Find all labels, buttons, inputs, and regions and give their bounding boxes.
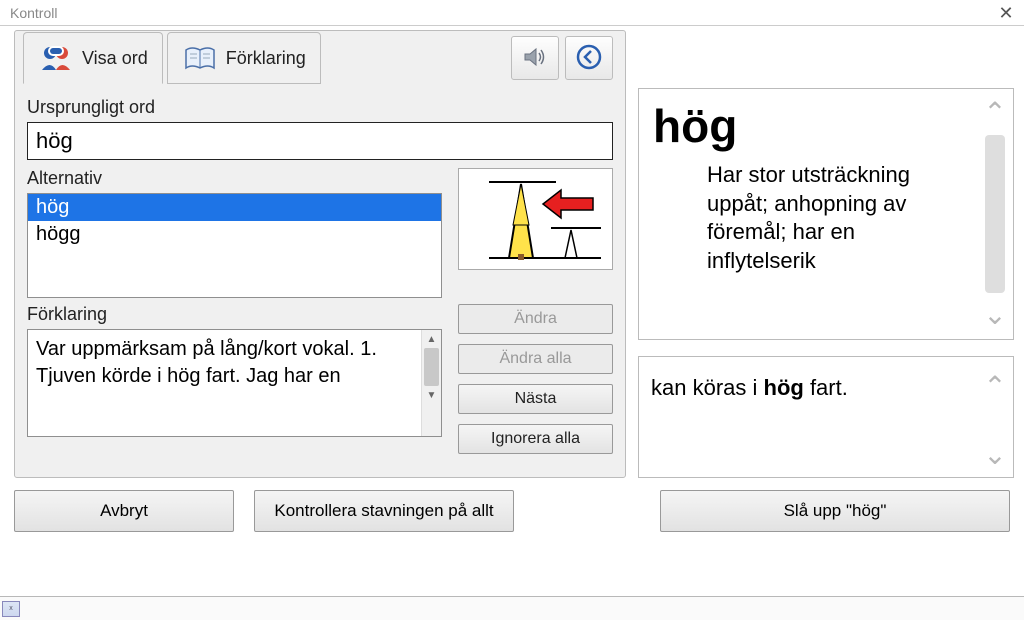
scrollbar[interactable]: ▲ ▼ — [421, 330, 441, 436]
chevron-up-icon[interactable]: ⌃ — [977, 373, 1013, 401]
lookup-button[interactable]: Slå upp "hög" — [660, 490, 1010, 532]
chevron-up-icon[interactable]: ⌃ — [977, 99, 1013, 127]
scroll-up-icon[interactable]: ▲ — [422, 330, 441, 348]
chevron-down-icon[interactable]: ⌄ — [977, 441, 1013, 469]
dictionary-panel: hög Har stor utsträckning uppåt; anhopni… — [638, 88, 1014, 340]
book-icon — [182, 40, 218, 76]
tab-row: Visa ord Förklaring — [23, 31, 613, 85]
alternatives-listbox[interactable]: hög högg — [27, 193, 442, 298]
alternatives-label: Alternativ — [27, 168, 442, 189]
scroll-track[interactable] — [985, 135, 1005, 293]
close-icon[interactable]: ✕ — [996, 3, 1016, 23]
original-word-label: Ursprungligt ord — [27, 97, 613, 118]
next-button[interactable]: Nästa — [458, 384, 613, 414]
original-word-input[interactable] — [27, 122, 613, 160]
status-bar: x — [0, 596, 1024, 620]
change-button[interactable]: Ändra — [458, 304, 613, 334]
speaker-button[interactable] — [511, 36, 559, 80]
people-icon — [38, 40, 74, 76]
scroll-down-icon[interactable]: ▼ — [422, 386, 441, 404]
back-arrow-icon — [575, 43, 603, 74]
back-button[interactable] — [565, 36, 613, 80]
ignore-all-button[interactable]: Ignorera alla — [458, 424, 613, 454]
right-side: hög Har stor utsträckning uppåt; anhopni… — [638, 30, 1020, 478]
speaker-icon — [521, 43, 549, 74]
list-item[interactable]: hög — [28, 194, 441, 221]
dictionary-headword: hög — [653, 99, 963, 153]
tab-visa-ord[interactable]: Visa ord — [23, 32, 163, 84]
titlebar: Kontroll ✕ — [0, 0, 1024, 26]
chevron-down-icon[interactable]: ⌄ — [977, 301, 1013, 329]
explanation-text: Var uppmärksam på lång/kort vokal. 1. Tj… — [28, 330, 421, 436]
main-panel: Visa ord Förklaring — [14, 30, 626, 478]
tab-forklaring-label: Förklaring — [226, 48, 306, 69]
bottom-row: Avbryt Kontrollera stavningen på allt Sl… — [0, 478, 1024, 544]
tree-illustration-icon — [461, 170, 611, 268]
example-sentence: kan köras i hög fart. — [639, 357, 977, 477]
explanation-label: Förklaring — [27, 304, 442, 325]
illustration-box — [458, 168, 613, 270]
cancel-button[interactable]: Avbryt — [14, 490, 234, 532]
tab-forklaring[interactable]: Förklaring — [167, 32, 321, 84]
explanation-textarea[interactable]: Var uppmärksam på lång/kort vokal. 1. Tj… — [27, 329, 442, 437]
list-item[interactable]: högg — [28, 221, 441, 248]
dictionary-definition: Har stor utsträckning uppåt; anhopning a… — [653, 161, 963, 275]
change-all-button[interactable]: Ändra alla — [458, 344, 613, 374]
example-scroll[interactable]: ⌃ ⌄ — [977, 357, 1013, 477]
check-spelling-all-button[interactable]: Kontrollera stavningen på allt — [254, 490, 514, 532]
scroll-thumb[interactable] — [424, 348, 439, 386]
document-icon[interactable]: x — [2, 601, 20, 617]
window-title: Kontroll — [10, 5, 57, 21]
dictionary-scroll[interactable]: ⌃ ⌄ — [977, 89, 1013, 339]
example-panel: kan köras i hög fart. ⌃ ⌄ — [638, 356, 1014, 478]
tab-visa-ord-label: Visa ord — [82, 48, 148, 69]
